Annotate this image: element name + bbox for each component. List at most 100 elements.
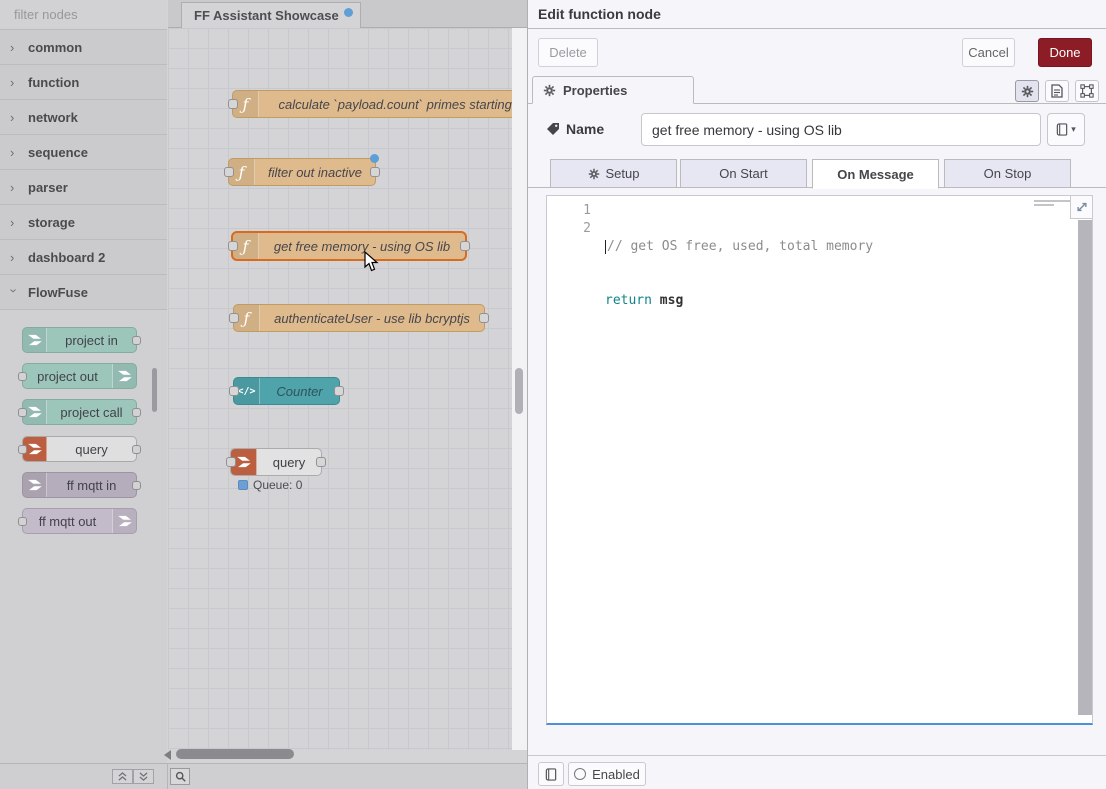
expand-icon <box>1076 201 1088 213</box>
expand-all-button[interactable] <box>133 769 154 784</box>
editor-scrollbar[interactable] <box>1078 220 1092 715</box>
flowfuse-logo-icon <box>112 509 136 533</box>
document-icon <box>1051 84 1063 98</box>
canvas-vertical-scrollbar-thumb[interactable] <box>515 368 523 414</box>
chevron-right-icon: › <box>10 250 18 265</box>
palette-category-dashboard2[interactable]: › dashboard 2 <box>0 240 167 275</box>
node-counter[interactable]: </> Counter <box>233 377 340 405</box>
input-port[interactable] <box>226 457 236 467</box>
palette-node-label: ff mqtt in <box>47 473 136 497</box>
edit-description-button[interactable] <box>1045 80 1069 102</box>
tab-setup-label: Setup <box>606 166 640 181</box>
name-row: Name ▾ <box>528 113 1106 147</box>
palette-category-sequence[interactable]: ›sequence <box>0 135 167 170</box>
tab-on-start[interactable]: On Start <box>680 159 807 188</box>
palette-category-parser[interactable]: ›parser <box>0 170 167 205</box>
input-port <box>18 445 27 454</box>
category-label: dashboard 2 <box>28 250 105 265</box>
edit-appearance-button[interactable] <box>1075 80 1099 102</box>
scroll-left-arrow-icon[interactable] <box>164 750 171 760</box>
input-port[interactable] <box>228 241 238 251</box>
code-lines: // get OS free, used, total memory retur… <box>605 202 873 346</box>
input-port <box>18 408 27 417</box>
palette-category-storage[interactable]: ›storage <box>0 205 167 240</box>
category-label: storage <box>28 215 75 230</box>
node-label: get free memory - using OS lib <box>259 233 465 259</box>
node-help-button[interactable] <box>538 762 564 786</box>
category-label: function <box>28 75 79 90</box>
input-port[interactable] <box>229 313 239 323</box>
library-button[interactable]: ▾ <box>1047 113 1085 146</box>
code-keyword: return <box>605 292 652 310</box>
canvas-vertical-scrollbar <box>512 28 527 750</box>
caret-down-icon: ▾ <box>1071 124 1076 135</box>
tag-icon <box>546 122 560 136</box>
tab-setup[interactable]: Setup <box>550 159 677 188</box>
editor-expand-button[interactable] <box>1070 196 1092 219</box>
canvas-search-button[interactable] <box>170 768 190 785</box>
done-button[interactable]: Done <box>1038 38 1092 67</box>
mouse-cursor <box>364 251 379 272</box>
book-icon <box>545 768 557 781</box>
palette-node-query[interactable]: query <box>22 436 137 462</box>
edit-properties-button[interactable] <box>1015 80 1039 102</box>
palette-node-ff-mqtt-in[interactable]: ff mqtt in <box>22 472 137 498</box>
modified-dot <box>344 8 353 17</box>
node-status: Queue: 0 <box>238 478 302 492</box>
input-port[interactable] <box>224 167 234 177</box>
collapse-all-button[interactable] <box>112 769 133 784</box>
palette-node-project-out[interactable]: project out <box>22 363 137 389</box>
input-port[interactable] <box>228 99 238 109</box>
code-editor[interactable]: 1 2 // get OS free, used, total memory r… <box>546 195 1093 725</box>
dialog-tabrow: Properties <box>528 75 1106 104</box>
node-filter-out-inactive[interactable]: ƒ filter out inactive <box>228 158 376 186</box>
tab-on-message[interactable]: On Message <box>812 159 939 189</box>
cancel-button[interactable]: Cancel <box>962 38 1015 67</box>
workspace: ›common ›function ›network ›sequence ›pa… <box>0 0 527 789</box>
palette-category-function[interactable]: › function <box>0 65 167 100</box>
enabled-toggle-button[interactable]: Enabled <box>568 762 646 786</box>
node-get-free-memory[interactable]: ƒ get free memory - using OS lib <box>232 232 466 260</box>
flowfuse-logo-icon <box>23 328 47 352</box>
tab-properties[interactable]: Properties <box>532 76 694 104</box>
delete-button[interactable]: Delete <box>538 38 598 67</box>
node-calculate-primes[interactable]: ƒ calculate `payload.count` primes start… <box>232 90 527 118</box>
flow-tab[interactable]: FF Assistant Showcase <box>181 2 361 28</box>
output-port[interactable] <box>334 386 344 396</box>
output-port[interactable] <box>479 313 489 323</box>
palette-node-project-call[interactable]: project call <box>22 399 137 425</box>
palette-scrollbar[interactable] <box>152 368 157 412</box>
tab-on-stop[interactable]: On Stop <box>944 159 1071 188</box>
chevron-right-icon: › <box>10 75 18 90</box>
object-group-icon <box>1080 84 1094 98</box>
canvas-horizontal-scrollbar-thumb[interactable] <box>176 749 294 759</box>
flow-canvas[interactable]: ƒ calculate `payload.count` primes start… <box>168 28 527 750</box>
palette-search[interactable] <box>0 0 167 30</box>
node-status-text: Queue: 0 <box>253 478 302 492</box>
code-comment: // get OS free, used, total memory <box>607 238 873 256</box>
palette-category-network[interactable]: ›network <box>0 100 167 135</box>
name-label-group: Name <box>546 121 604 137</box>
palette-search-input[interactable] <box>14 7 190 22</box>
palette-category-flowfuse[interactable]: ›FlowFuse <box>0 275 167 310</box>
palette-node-ff-mqtt-out[interactable]: ff mqtt out <box>22 508 137 534</box>
output-port[interactable] <box>316 457 326 467</box>
output-port[interactable] <box>460 241 470 251</box>
node-authenticate-user[interactable]: ƒ authenticateUser - use lib bcryptjs <box>233 304 485 332</box>
name-label: Name <box>566 121 604 137</box>
output-port[interactable] <box>370 167 380 177</box>
node-label: calculate `payload.count` primes startin… <box>259 91 527 117</box>
name-input[interactable] <box>641 113 1041 146</box>
category-label: network <box>28 110 78 125</box>
dialog-footer: Enabled <box>528 755 1106 789</box>
output-port <box>132 481 141 490</box>
tab-on-message-label: On Message <box>837 167 914 182</box>
node-query[interactable]: query <box>230 448 322 476</box>
modified-dot <box>370 154 379 163</box>
tab-on-start-label: On Start <box>719 166 767 181</box>
palette-category-common[interactable]: ›common <box>0 30 167 65</box>
input-port[interactable] <box>229 386 239 396</box>
line-number: 1 <box>547 202 591 220</box>
input-port <box>18 372 27 381</box>
palette-node-project-in[interactable]: project in <box>22 327 137 353</box>
